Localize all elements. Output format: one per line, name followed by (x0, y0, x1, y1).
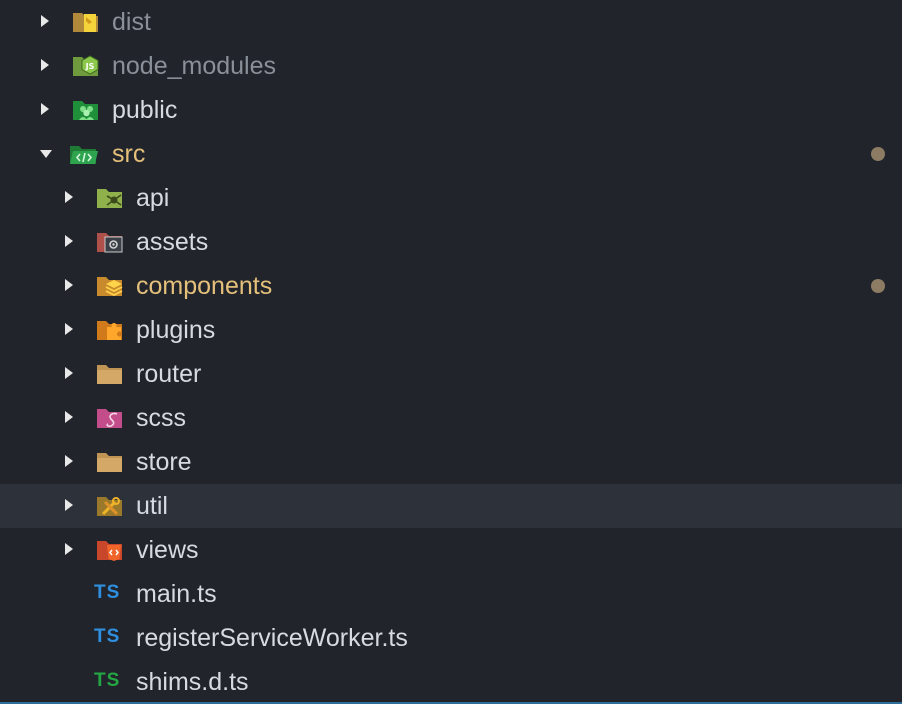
dist-folder-icon (71, 8, 101, 36)
tree-item-main-ts[interactable]: TS main.ts (0, 572, 902, 616)
chevron-right-icon[interactable] (65, 191, 73, 203)
tree-item-views[interactable]: views (0, 528, 902, 572)
chevron-right-icon[interactable] (41, 103, 49, 115)
public-folder-icon (71, 96, 101, 124)
assets-folder-icon (95, 228, 125, 256)
tree-item-label: assets (136, 228, 209, 256)
plugins-folder-icon (95, 316, 125, 344)
tree-item-shims-d-ts[interactable]: TS shims.d.ts (0, 660, 902, 704)
tree-item-node-modules[interactable]: JS node_modules (0, 44, 902, 88)
file-explorer: dist JS node_modules public src api asse… (0, 0, 902, 704)
folder-icon (95, 360, 125, 388)
tree-item-label: scss (136, 404, 186, 432)
tree-item-label: components (136, 272, 273, 300)
svg-text:JS: JS (85, 62, 95, 71)
tree-item-dist[interactable]: dist (0, 0, 902, 44)
tree-item-label: api (136, 184, 170, 212)
tree-item-label: router (136, 360, 202, 388)
folder-icon (95, 448, 125, 476)
typescript-definition-icon: TS (94, 670, 121, 691)
tree-item-label: util (136, 492, 168, 520)
sass-folder-icon (95, 404, 125, 432)
typescript-icon: TS (94, 626, 121, 647)
tree-item-public[interactable]: public (0, 88, 902, 132)
typescript-icon: TS (94, 582, 121, 603)
tree-item-label: src (112, 140, 146, 168)
tree-item-components[interactable]: components (0, 264, 902, 308)
chevron-right-icon[interactable] (65, 323, 73, 335)
chevron-right-icon[interactable] (65, 499, 73, 511)
tree-item-assets[interactable]: assets (0, 220, 902, 264)
tree-item-label: registerServiceWorker.ts (136, 624, 408, 652)
src-folder-icon (69, 140, 99, 168)
tree-item-label: node_modules (112, 52, 277, 80)
tree-item-label: store (136, 448, 192, 476)
chevron-right-icon[interactable] (65, 235, 73, 247)
tree-item-label: views (136, 536, 199, 564)
tools-folder-icon (95, 492, 125, 520)
nodejs-folder-icon: JS (71, 52, 101, 80)
tree-item-label: public (112, 96, 178, 124)
api-folder-icon (95, 184, 125, 212)
chevron-right-icon[interactable] (41, 15, 49, 27)
components-folder-icon (95, 272, 125, 300)
chevron-right-icon[interactable] (65, 367, 73, 379)
modified-indicator-icon (871, 147, 885, 161)
modified-indicator-icon (871, 279, 885, 293)
tree-item-label: shims.d.ts (136, 668, 249, 696)
html-folder-icon (95, 536, 125, 564)
tree-item-util[interactable]: util (0, 484, 902, 528)
tree-item-api[interactable]: api (0, 176, 902, 220)
tree-item-label: main.ts (136, 580, 217, 608)
chevron-right-icon[interactable] (65, 279, 73, 291)
chevron-right-icon[interactable] (65, 455, 73, 467)
chevron-down-icon[interactable] (40, 150, 52, 158)
tree-item-label: plugins (136, 316, 216, 344)
tree-item-store[interactable]: store (0, 440, 902, 484)
tree-item-router[interactable]: router (0, 352, 902, 396)
tree-item-scss[interactable]: scss (0, 396, 902, 440)
tree-item-src[interactable]: src (0, 132, 902, 176)
tree-item-label: dist (112, 8, 151, 36)
chevron-right-icon[interactable] (65, 543, 73, 555)
chevron-right-icon[interactable] (65, 411, 73, 423)
tree-item-plugins[interactable]: plugins (0, 308, 902, 352)
chevron-right-icon[interactable] (41, 59, 49, 71)
tree-item-register-service-worker-ts[interactable]: TS registerServiceWorker.ts (0, 616, 902, 660)
